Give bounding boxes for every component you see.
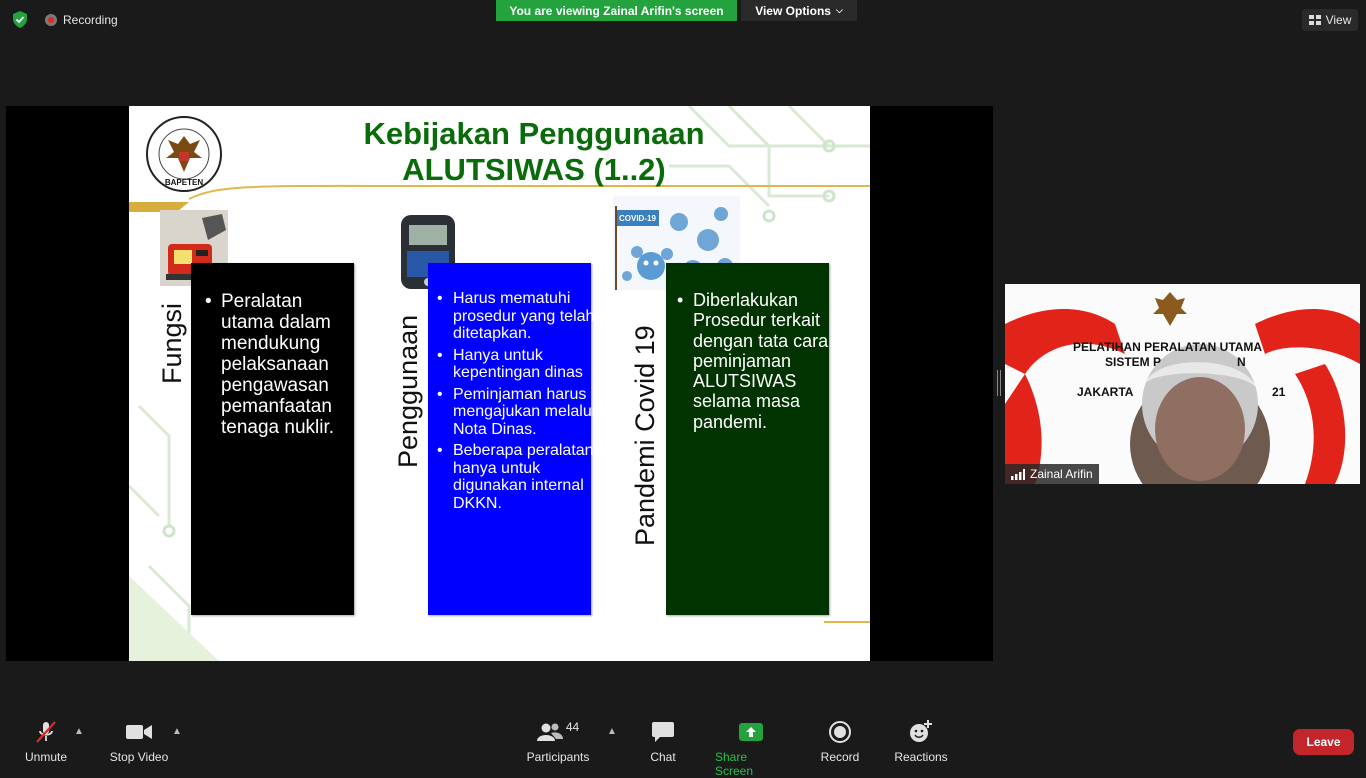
add-reaction-icon <box>909 720 933 744</box>
column-label-penggunaan: Penggunaan <box>393 314 423 468</box>
content-box-pandemi: Diberlakukan Prosedur terkait dengan tat… <box>666 263 829 615</box>
security-shield-icon[interactable] <box>12 11 28 28</box>
panel-resize-handle[interactable] <box>997 370 1001 396</box>
chat-button[interactable]: Chat <box>647 720 679 764</box>
unmute-label: Unmute <box>24 750 68 764</box>
presentation-slide: BAPETEN Kebijakan Penggunaan ALUTSIWAS (… <box>129 106 870 661</box>
video-background-banner <box>1005 284 1360 484</box>
bullet-item: Harus mematuhi prosedur yang telah ditet… <box>437 290 601 343</box>
audio-options-caret[interactable]: ▲ <box>74 726 84 737</box>
content-box-fungsi: Peralatan utama dalam mendukung pelaksan… <box>191 263 354 615</box>
share-screen-label: Share Screen <box>715 750 754 778</box>
signal-strength-icon <box>1011 468 1025 480</box>
record-label: Record <box>820 750 860 764</box>
grid-view-icon <box>1308 15 1321 25</box>
record-icon <box>829 720 851 744</box>
video-camera-icon <box>126 720 152 744</box>
reactions-label: Reactions <box>894 750 948 764</box>
share-screen-button[interactable]: Share Screen <box>715 720 787 778</box>
slide-title: Kebijakan Penggunaan ALUTSIWAS (1..2) <box>349 116 719 188</box>
chat-label: Chat <box>650 750 676 764</box>
slide-title-line2: ALUTSIWAS (1..2) <box>402 152 666 187</box>
reactions-button[interactable]: Reactions <box>893 720 949 764</box>
banner-line2b: N <box>1237 355 1246 369</box>
participants-button[interactable]: 44 Participants <box>525 720 591 764</box>
recording-label: Recording <box>63 13 118 27</box>
stop-video-button[interactable]: Stop Video <box>107 720 171 764</box>
bullet-item: Hanya untuk kepentingan dinas <box>437 347 601 382</box>
banner-line3: JAKARTA <box>1077 385 1134 399</box>
bullet-item: Peralatan utama dalam mendukung pelaksan… <box>205 291 356 438</box>
view-button[interactable]: View <box>1302 9 1358 31</box>
bapeten-logo: BAPETEN <box>144 114 224 194</box>
recording-icon <box>45 14 57 26</box>
unmute-button[interactable]: Unmute <box>22 720 70 764</box>
slide-title-line1: Kebijakan Penggunaan <box>363 116 705 151</box>
participants-label: Participants <box>526 750 590 764</box>
bullet-item: Diberlakukan Prosedur terkait dengan tat… <box>677 290 833 432</box>
banner-line3b: 21 <box>1272 385 1286 399</box>
bullet-item: Peminjaman harus mengajukan melalui Nota… <box>437 386 601 439</box>
banner-line2: SISTEM P <box>1105 355 1162 369</box>
chevron-down-icon: ⌵ <box>835 5 843 15</box>
column-label-fungsi: Fungsi <box>157 302 187 384</box>
record-button[interactable]: Record <box>820 720 860 764</box>
participant-name: Zainal Arifin <box>1030 467 1093 481</box>
view-options-button[interactable]: View Options ⌵ <box>741 0 857 21</box>
leave-button[interactable]: Leave <box>1293 729 1354 755</box>
microphone-muted-icon <box>34 720 58 744</box>
stop-video-label: Stop Video <box>109 750 169 764</box>
participants-count: 44 <box>565 720 580 734</box>
participant-name-tag: Zainal Arifin <box>1005 464 1099 484</box>
chat-bubble-icon <box>652 720 674 744</box>
view-options-label: View Options <box>755 3 831 18</box>
shared-screen[interactable]: BAPETEN Kebijakan Penggunaan ALUTSIWAS (… <box>6 106 993 661</box>
participants-icon: 44 <box>536 720 580 744</box>
view-label: View <box>1325 13 1352 27</box>
logo-text: BAPETEN <box>164 178 204 187</box>
bullet-item: Beberapa peralatan hanya untuk digunakan… <box>437 442 601 512</box>
recording-indicator[interactable]: Recording <box>45 13 118 27</box>
column-label-pandemi: Pandemi Covid 19 <box>630 325 660 546</box>
participant-video[interactable]: PELATIHAN PERALATAN UTAMA SISTEM P N JAK… <box>1005 284 1360 484</box>
content-box-penggunaan: Harus mematuhi prosedur yang telah ditet… <box>428 263 595 615</box>
share-screen-icon <box>739 720 763 744</box>
covid-tag: COVID-19 <box>619 214 656 223</box>
banner-line1: PELATIHAN PERALATAN UTAMA <box>1073 340 1263 354</box>
participants-options-caret[interactable]: ▲ <box>607 726 617 737</box>
viewing-banner: You are viewing Zainal Arifin's screen <box>496 0 737 21</box>
video-options-caret[interactable]: ▲ <box>172 726 182 737</box>
